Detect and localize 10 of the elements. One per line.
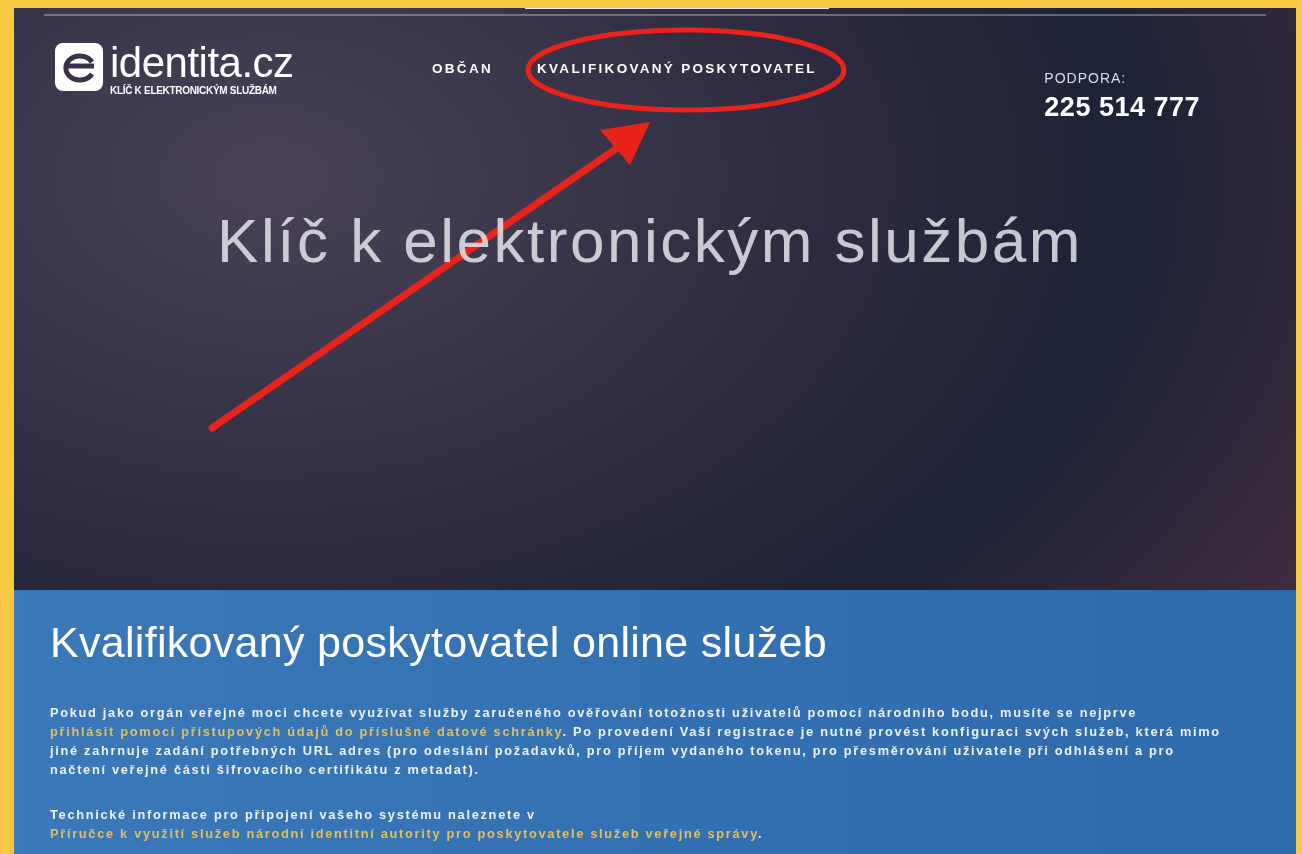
panel-paragraph: Pokud jako orgán veřejné moci chcete využívat služby zaručeného ověřování totožnosti uživatelů pomocí národního bodu, musíte se nejprve přihlásit pomocí přístupových údajů do příslušné datové schránky. Po provedení Vaší registrace je nutné provést konfiguraci svých služeb, která mimo jiné zahrnuje zadání potřebných URL adres (pro odeslání požadavků, pro příjem vydaného tokenu, pro přesměrování uživatele při odhlášení a pro načtení veřejné části šifrovacího certifikátu z metadat). [50, 704, 1222, 779]
panel-heading: Kvalifikovaný poskytovatel online služeb [50, 618, 828, 667]
support-label: PODPORA: [1044, 70, 1128, 86]
logo-text: identita.cz [110, 42, 294, 84]
nav-tab[interactable]: OBČAN [420, 8, 505, 96]
logo-tagline: KLÍČ K ELEKTRONICKÝM SLUŽBÁM [110, 85, 278, 96]
panel-paragraph: Technické informace pro připojení vašeho systému naleznete v Příručce k využití služeb národní identitní autority pro poskytovatele služeb veřejné správy. [50, 806, 765, 843]
support-phone: 225 514 777 [1044, 92, 1200, 123]
logo-icon [54, 42, 104, 92]
nav-tab[interactable]: KVALIFIKOVANÝ POSKYTOVATEL [525, 8, 829, 96]
